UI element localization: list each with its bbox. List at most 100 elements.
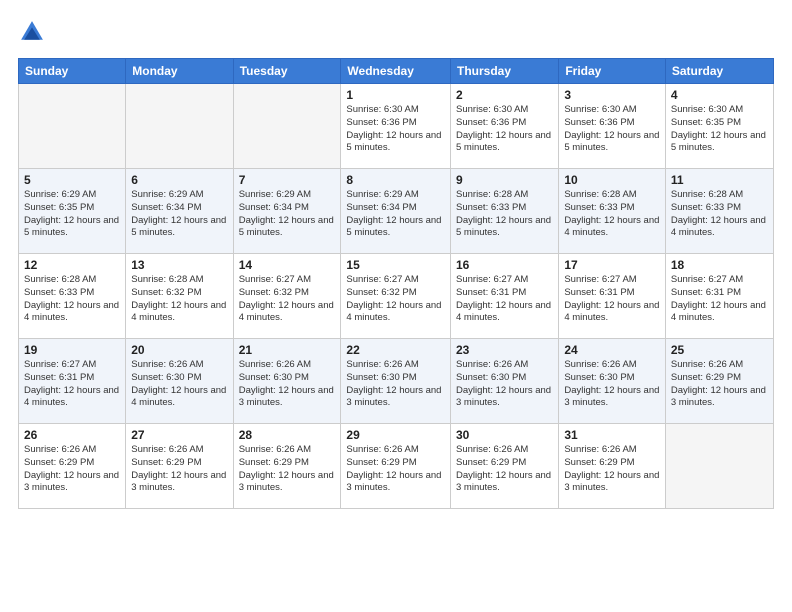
day-info: Sunrise: 6:26 AMSunset: 6:30 PMDaylight:… xyxy=(346,359,445,410)
day-info: Sunrise: 6:26 AMSunset: 6:29 PMDaylight:… xyxy=(131,444,227,495)
weekday-monday: Monday xyxy=(126,59,233,84)
day-info: Sunrise: 6:28 AMSunset: 6:32 PMDaylight:… xyxy=(131,274,227,325)
day-number: 31 xyxy=(564,428,660,442)
day-info: Sunrise: 6:26 AMSunset: 6:30 PMDaylight:… xyxy=(239,359,336,410)
day-number: 22 xyxy=(346,343,445,357)
day-number: 2 xyxy=(456,88,553,102)
day-number: 19 xyxy=(24,343,120,357)
day-number: 26 xyxy=(24,428,120,442)
day-info: Sunrise: 6:26 AMSunset: 6:30 PMDaylight:… xyxy=(131,359,227,410)
day-info: Sunrise: 6:30 AMSunset: 6:36 PMDaylight:… xyxy=(456,104,553,155)
calendar-cell-1-3: 8 Sunrise: 6:29 AMSunset: 6:34 PMDaylight… xyxy=(341,169,451,254)
day-info: Sunrise: 6:30 AMSunset: 6:36 PMDaylight:… xyxy=(346,104,445,155)
calendar-cell-3-0: 19 Sunrise: 6:27 AMSunset: 6:31 PMDayligh… xyxy=(19,339,126,424)
weekday-thursday: Thursday xyxy=(451,59,559,84)
day-info: Sunrise: 6:26 AMSunset: 6:29 PMDaylight:… xyxy=(564,444,660,495)
calendar-cell-3-3: 22 Sunrise: 6:26 AMSunset: 6:30 PMDayligh… xyxy=(341,339,451,424)
day-number: 18 xyxy=(671,258,768,272)
weekday-header-row: SundayMondayTuesdayWednesdayThursdayFrid… xyxy=(19,59,774,84)
calendar-cell-0-3: 1 Sunrise: 6:30 AMSunset: 6:36 PMDaylight… xyxy=(341,84,451,169)
calendar-row-0: 1 Sunrise: 6:30 AMSunset: 6:36 PMDaylight… xyxy=(19,84,774,169)
day-number: 11 xyxy=(671,173,768,187)
day-info: Sunrise: 6:27 AMSunset: 6:31 PMDaylight:… xyxy=(564,274,660,325)
day-info: Sunrise: 6:28 AMSunset: 6:33 PMDaylight:… xyxy=(671,189,768,240)
calendar-cell-4-0: 26 Sunrise: 6:26 AMSunset: 6:29 PMDayligh… xyxy=(19,424,126,509)
day-info: Sunrise: 6:29 AMSunset: 6:35 PMDaylight:… xyxy=(24,189,120,240)
day-info: Sunrise: 6:27 AMSunset: 6:31 PMDaylight:… xyxy=(24,359,120,410)
day-number: 8 xyxy=(346,173,445,187)
calendar-cell-1-4: 9Sunrise: 6:28 AMSunset: 6:33 PMDaylight… xyxy=(451,169,559,254)
calendar-row-4: 26 Sunrise: 6:26 AMSunset: 6:29 PMDayligh… xyxy=(19,424,774,509)
calendar-cell-1-1: 6 Sunrise: 6:29 AMSunset: 6:34 PMDaylight… xyxy=(126,169,233,254)
day-number: 6 xyxy=(131,173,227,187)
calendar-body: 1 Sunrise: 6:30 AMSunset: 6:36 PMDaylight… xyxy=(19,84,774,509)
day-number: 21 xyxy=(239,343,336,357)
logo-icon xyxy=(18,18,46,46)
calendar-cell-2-5: 17 Sunrise: 6:27 AMSunset: 6:31 PMDayligh… xyxy=(559,254,666,339)
day-info: Sunrise: 6:29 AMSunset: 6:34 PMDaylight:… xyxy=(239,189,336,240)
calendar-cell-4-4: 30Sunrise: 6:26 AMSunset: 6:29 PMDayligh… xyxy=(451,424,559,509)
day-info: Sunrise: 6:26 AMSunset: 6:29 PMDaylight:… xyxy=(671,359,768,410)
page: SundayMondayTuesdayWednesdayThursdayFrid… xyxy=(0,0,792,612)
calendar-cell-3-1: 20Sunrise: 6:26 AMSunset: 6:30 PMDayligh… xyxy=(126,339,233,424)
calendar-cell-3-2: 21 Sunrise: 6:26 AMSunset: 6:30 PMDayligh… xyxy=(233,339,341,424)
day-info: Sunrise: 6:27 AMSunset: 6:32 PMDaylight:… xyxy=(346,274,445,325)
calendar-cell-3-6: 25 Sunrise: 6:26 AMSunset: 6:29 PMDayligh… xyxy=(665,339,773,424)
day-number: 14 xyxy=(239,258,336,272)
day-number: 16 xyxy=(456,258,553,272)
calendar-cell-0-6: 4Sunrise: 6:30 AMSunset: 6:35 PMDaylight… xyxy=(665,84,773,169)
day-info: Sunrise: 6:26 AMSunset: 6:30 PMDaylight:… xyxy=(456,359,553,410)
calendar-row-1: 5Sunrise: 6:29 AMSunset: 6:35 PMDaylight… xyxy=(19,169,774,254)
day-info: Sunrise: 6:29 AMSunset: 6:34 PMDaylight:… xyxy=(346,189,445,240)
day-info: Sunrise: 6:30 AMSunset: 6:36 PMDaylight:… xyxy=(564,104,660,155)
calendar-cell-2-3: 15 Sunrise: 6:27 AMSunset: 6:32 PMDayligh… xyxy=(341,254,451,339)
day-number: 17 xyxy=(564,258,660,272)
calendar-cell-4-2: 28Sunrise: 6:26 AMSunset: 6:29 PMDayligh… xyxy=(233,424,341,509)
day-info: Sunrise: 6:29 AMSunset: 6:34 PMDaylight:… xyxy=(131,189,227,240)
logo xyxy=(18,18,50,46)
calendar-cell-0-4: 2 Sunrise: 6:30 AMSunset: 6:36 PMDaylight… xyxy=(451,84,559,169)
day-info: Sunrise: 6:28 AMSunset: 6:33 PMDaylight:… xyxy=(564,189,660,240)
day-number: 23 xyxy=(456,343,553,357)
calendar-cell-4-3: 29 Sunrise: 6:26 AMSunset: 6:29 PMDayligh… xyxy=(341,424,451,509)
day-number: 29 xyxy=(346,428,445,442)
day-number: 1 xyxy=(346,88,445,102)
calendar-cell-2-4: 16 Sunrise: 6:27 AMSunset: 6:31 PMDayligh… xyxy=(451,254,559,339)
day-info: Sunrise: 6:27 AMSunset: 6:32 PMDaylight:… xyxy=(239,274,336,325)
weekday-wednesday: Wednesday xyxy=(341,59,451,84)
day-info: Sunrise: 6:28 AMSunset: 6:33 PMDaylight:… xyxy=(456,189,553,240)
calendar-cell-0-1 xyxy=(126,84,233,169)
day-number: 10 xyxy=(564,173,660,187)
weekday-tuesday: Tuesday xyxy=(233,59,341,84)
calendar-cell-1-0: 5Sunrise: 6:29 AMSunset: 6:35 PMDaylight… xyxy=(19,169,126,254)
calendar-cell-1-2: 7 Sunrise: 6:29 AMSunset: 6:34 PMDaylight… xyxy=(233,169,341,254)
weekday-friday: Friday xyxy=(559,59,666,84)
day-number: 27 xyxy=(131,428,227,442)
calendar-cell-2-6: 18Sunrise: 6:27 AMSunset: 6:31 PMDayligh… xyxy=(665,254,773,339)
day-info: Sunrise: 6:26 AMSunset: 6:29 PMDaylight:… xyxy=(346,444,445,495)
calendar-cell-4-5: 31 Sunrise: 6:26 AMSunset: 6:29 PMDayligh… xyxy=(559,424,666,509)
day-number: 25 xyxy=(671,343,768,357)
day-info: Sunrise: 6:28 AMSunset: 6:33 PMDaylight:… xyxy=(24,274,120,325)
day-info: Sunrise: 6:26 AMSunset: 6:29 PMDaylight:… xyxy=(24,444,120,495)
weekday-saturday: Saturday xyxy=(665,59,773,84)
calendar-row-3: 19 Sunrise: 6:27 AMSunset: 6:31 PMDayligh… xyxy=(19,339,774,424)
calendar-cell-2-1: 13 Sunrise: 6:28 AMSunset: 6:32 PMDayligh… xyxy=(126,254,233,339)
calendar-cell-0-2 xyxy=(233,84,341,169)
calendar-cell-0-0 xyxy=(19,84,126,169)
calendar-cell-1-6: 11 Sunrise: 6:28 AMSunset: 6:33 PMDayligh… xyxy=(665,169,773,254)
day-info: Sunrise: 6:27 AMSunset: 6:31 PMDaylight:… xyxy=(456,274,553,325)
calendar-cell-1-5: 10 Sunrise: 6:28 AMSunset: 6:33 PMDayligh… xyxy=(559,169,666,254)
day-number: 12 xyxy=(24,258,120,272)
day-number: 15 xyxy=(346,258,445,272)
day-number: 4 xyxy=(671,88,768,102)
day-number: 13 xyxy=(131,258,227,272)
day-number: 24 xyxy=(564,343,660,357)
day-number: 3 xyxy=(564,88,660,102)
calendar-cell-2-2: 14 Sunrise: 6:27 AMSunset: 6:32 PMDayligh… xyxy=(233,254,341,339)
header xyxy=(18,18,774,46)
calendar-cell-4-6 xyxy=(665,424,773,509)
day-number: 7 xyxy=(239,173,336,187)
calendar-table: SundayMondayTuesdayWednesdayThursdayFrid… xyxy=(18,58,774,509)
day-info: Sunrise: 6:26 AMSunset: 6:30 PMDaylight:… xyxy=(564,359,660,410)
